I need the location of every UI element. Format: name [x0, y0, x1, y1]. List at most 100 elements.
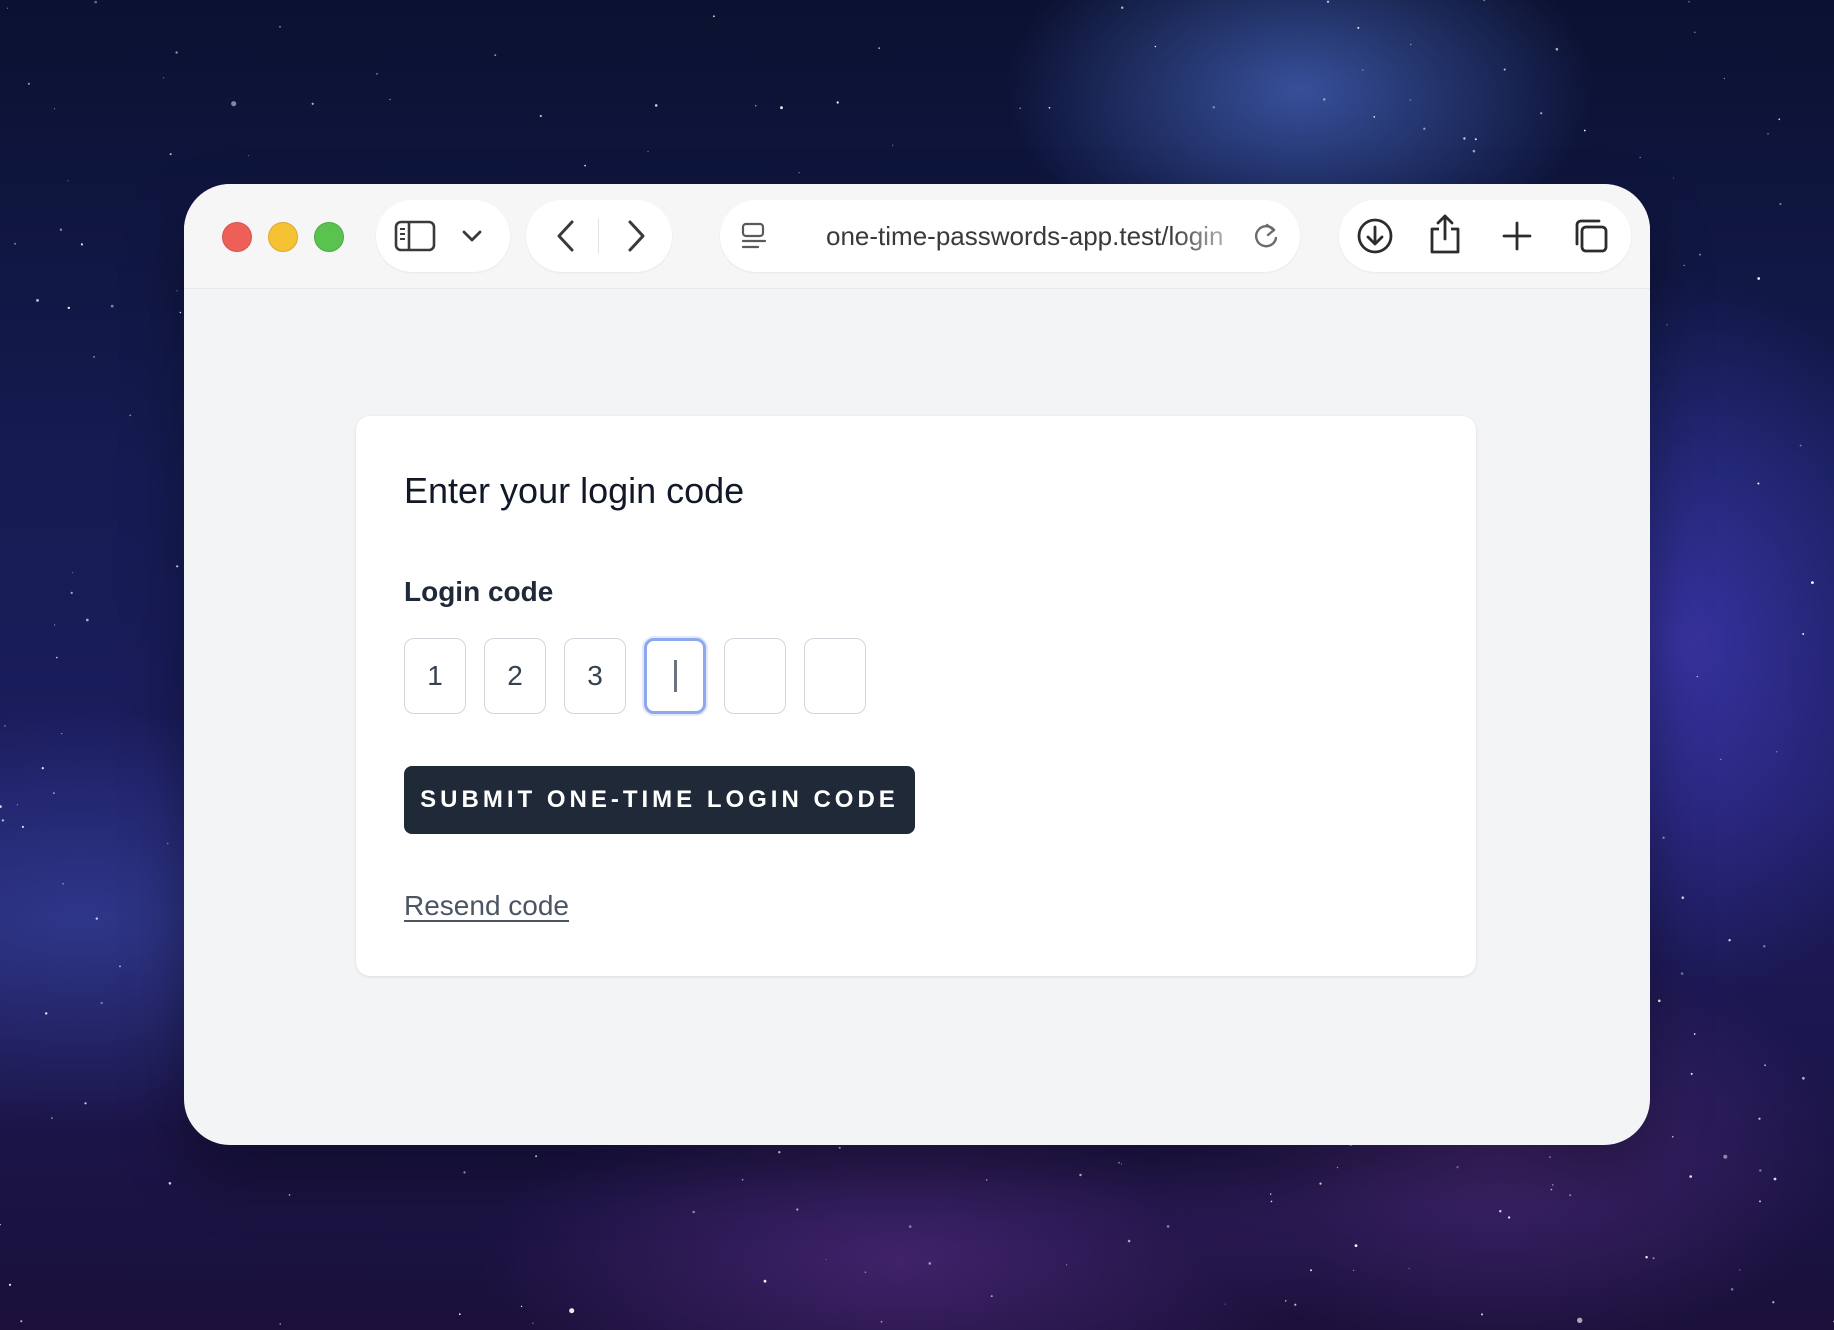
star	[1763, 945, 1766, 948]
star	[1549, 1156, 1551, 1158]
star	[1118, 1161, 1120, 1164]
star	[20, 1320, 23, 1323]
star	[175, 51, 178, 54]
star	[1569, 1194, 1572, 1197]
star	[1048, 106, 1051, 109]
star	[376, 73, 378, 75]
star	[1499, 1210, 1502, 1213]
star	[56, 656, 58, 659]
star	[990, 1295, 993, 1297]
star	[1354, 1244, 1358, 1247]
star	[1690, 1072, 1693, 1075]
submit-login-code-button[interactable]: SUBMIT ONE-TIME LOGIN CODE	[404, 766, 915, 834]
star	[1555, 47, 1559, 51]
star	[1723, 1154, 1728, 1159]
star	[1121, 6, 1124, 9]
star	[54, 108, 56, 110]
star	[1583, 129, 1586, 132]
new-tab-button[interactable]	[1499, 218, 1535, 254]
star	[838, 1146, 841, 1149]
star	[1212, 106, 1216, 109]
star	[908, 1225, 912, 1228]
sidebar-toggle-button[interactable]	[394, 218, 436, 254]
sidebar-menu-button[interactable]	[460, 226, 484, 246]
reload-icon	[1255, 223, 1278, 248]
otp-digit-3[interactable]: 3	[564, 638, 626, 714]
star	[1764, 1064, 1767, 1067]
star	[84, 1102, 87, 1105]
share-button[interactable]	[1427, 212, 1463, 256]
star	[880, 1320, 883, 1323]
star	[1408, 1267, 1410, 1270]
star	[1720, 758, 1722, 761]
star	[61, 733, 63, 735]
otp-digit-1[interactable]: 1	[404, 638, 466, 714]
star	[16, 804, 19, 806]
star	[67, 306, 71, 310]
star	[713, 15, 715, 18]
close-window-button[interactable]	[222, 222, 252, 252]
sidebar-control-group	[376, 200, 510, 272]
star	[878, 47, 881, 50]
star	[163, 77, 165, 79]
otp-digit-2[interactable]: 2	[484, 638, 546, 714]
star	[796, 1208, 799, 1211]
star	[1224, 1303, 1226, 1305]
address-bar[interactable]: one-time-passwords-app.test/login	[720, 200, 1300, 272]
star	[1693, 1033, 1696, 1035]
chevron-down-icon	[462, 230, 482, 242]
minimize-window-button[interactable]	[268, 222, 298, 252]
star	[53, 792, 55, 794]
star	[1540, 112, 1543, 115]
star	[168, 1182, 172, 1185]
zoom-window-button[interactable]	[314, 222, 344, 252]
star	[4, 725, 6, 727]
star	[763, 1279, 767, 1283]
star	[1811, 581, 1814, 584]
star	[1802, 1076, 1805, 1080]
resend-code-link[interactable]: Resend code	[404, 890, 569, 922]
download-icon	[1357, 218, 1393, 254]
tab-overview-button[interactable]	[1571, 216, 1611, 256]
nav-divider	[598, 218, 599, 254]
star	[1699, 253, 1701, 256]
star	[1730, 1288, 1734, 1291]
reload-button[interactable]	[1250, 220, 1282, 252]
star	[85, 618, 89, 622]
star	[1671, 1135, 1674, 1138]
star	[1456, 1166, 1459, 1169]
star	[279, 1323, 281, 1325]
star	[93, 355, 96, 358]
star	[1652, 1257, 1655, 1260]
star	[176, 565, 179, 568]
star	[45, 1012, 48, 1015]
star	[21, 825, 24, 829]
star	[1550, 1188, 1553, 1191]
star	[36, 299, 39, 302]
star	[1079, 1173, 1082, 1177]
star	[458, 1313, 461, 1316]
star	[70, 591, 73, 595]
browser-toolbar: one-time-passwords-app.test/login	[184, 184, 1650, 289]
star	[1680, 972, 1684, 975]
star	[51, 1117, 53, 1119]
back-button[interactable]	[552, 218, 580, 254]
page-menu-button[interactable]	[738, 220, 770, 252]
star	[1, 819, 5, 822]
star	[1666, 324, 1668, 326]
star	[778, 1151, 781, 1154]
star	[1577, 1317, 1583, 1324]
star	[1323, 98, 1326, 101]
star	[494, 54, 497, 57]
text-caret	[673, 660, 677, 692]
star	[1285, 1300, 1287, 1302]
star	[1336, 1166, 1339, 1169]
star	[41, 767, 44, 770]
otp-digit-5[interactable]	[724, 638, 786, 714]
otp-digit-4[interactable]	[644, 638, 706, 714]
downloads-button[interactable]	[1355, 216, 1395, 256]
forward-button[interactable]	[622, 218, 650, 254]
star	[986, 1179, 988, 1181]
star	[166, 842, 169, 845]
otp-digit-6[interactable]	[804, 638, 866, 714]
